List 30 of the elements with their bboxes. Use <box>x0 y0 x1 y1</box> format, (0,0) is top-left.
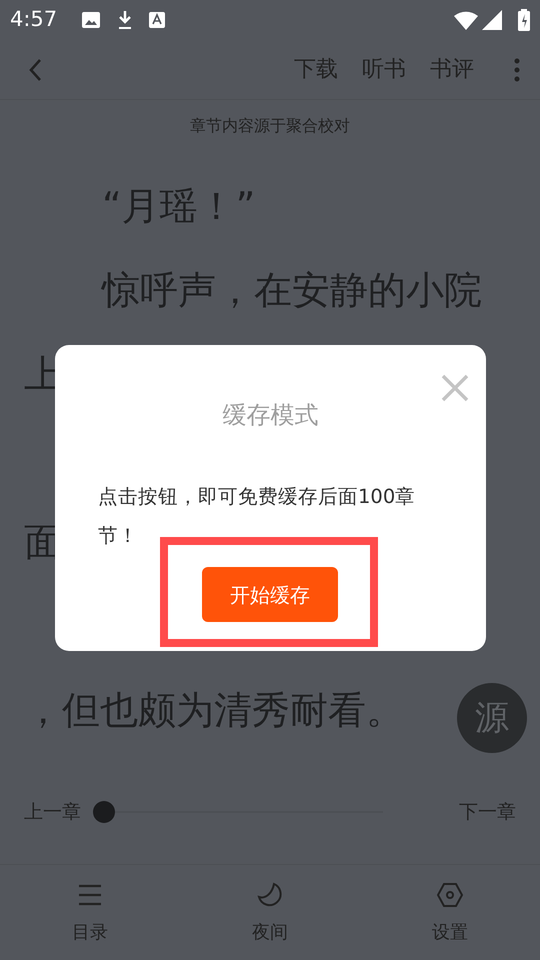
text-line: “月瑶！” <box>102 183 256 230</box>
nav-tab[interactable]: 夜间 <box>180 865 360 960</box>
nav-tab[interactable]: 设置 <box>360 865 540 960</box>
download-icon <box>117 10 134 30</box>
text-line: 惊呼声，在安静的小院 <box>102 267 482 314</box>
slider-thumb[interactable] <box>93 801 115 824</box>
signal-icon <box>482 10 502 30</box>
toolbar-link[interactable]: 下载 <box>294 53 338 86</box>
toolbar-link[interactable]: 书评 <box>430 53 474 86</box>
image-icon <box>81 11 102 29</box>
battery-icon <box>518 9 530 31</box>
toolbar-link[interactable]: 听书 <box>362 53 406 86</box>
next-chapter-button[interactable]: 下一章 <box>459 798 516 826</box>
text-line: ，但也颇为清秀耐看。 <box>24 688 404 732</box>
nav-tab[interactable]: 目录 <box>0 865 180 960</box>
menu-icon <box>78 884 102 906</box>
clock-text: 4:57 <box>10 6 58 34</box>
dialog-message: 点击按钮，即可免费缓存后面100章节！ <box>98 484 416 549</box>
close-button[interactable] <box>440 373 470 403</box>
wifi-icon <box>454 10 478 30</box>
moon-icon <box>257 882 283 908</box>
source-note: 章节内容源于聚合校对 <box>189 115 351 137</box>
start-cache-button[interactable]: 开始缓存 <box>202 567 338 622</box>
previous-chapter-button[interactable]: 上一章 <box>24 798 81 826</box>
back-button[interactable] <box>28 57 42 82</box>
dialog-title: 缓存模式 <box>222 400 320 431</box>
more-button[interactable] <box>514 57 520 82</box>
source-button[interactable]: 源 <box>457 683 527 753</box>
font-icon <box>149 12 166 28</box>
settings-icon <box>437 883 463 907</box>
